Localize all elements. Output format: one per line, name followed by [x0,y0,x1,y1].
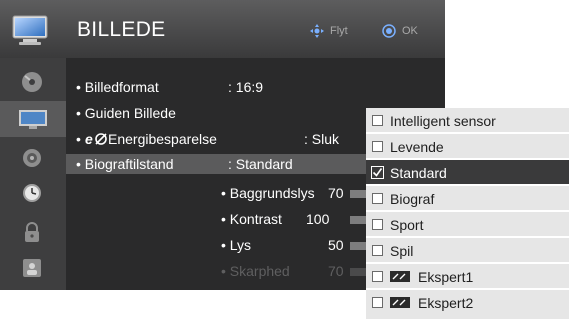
sub-setting-label: • Kontrast [221,211,282,227]
setting-label: • Guiden Billede [76,105,176,121]
option-label: Ekspert1 [418,269,474,285]
ok-hint-label: OK [402,25,418,37]
category-rail [0,58,66,290]
move-hint-label: Flyt [330,25,348,37]
checkbox-icon [372,141,383,152]
checkbox-icon [372,115,383,126]
option-sport[interactable]: Sport [366,212,569,237]
rail-item-lock[interactable] [0,214,66,250]
option-ekspert1[interactable]: Ekspert1 [366,264,569,289]
sub-setting-value: 100 [306,211,330,227]
tv-picture-icon [19,110,47,129]
expert-icon [390,297,410,308]
checkbox-icon [372,271,383,282]
option-label: Sport [390,217,424,233]
sub-setting-baggrundslys[interactable]: • Baggrundslys 70 [221,185,344,201]
speaker-icon [23,149,41,167]
sub-setting-label: • Lys [221,237,252,253]
option-spil[interactable]: Spil [366,238,569,263]
setting-label: • Biograftilstand [76,156,174,172]
checkbox-icon [372,193,383,204]
option-intelligent-sensor[interactable]: Intelligent sensor [366,108,569,133]
setting-value: : Sluk [304,131,340,147]
checked-checkbox-icon [371,166,384,179]
move-hint: Flyt [310,24,380,40]
sub-setting-lys[interactable]: • Lys 50 [221,237,344,253]
rail-item-time[interactable] [0,175,66,211]
option-levende[interactable]: Levende [366,134,569,159]
biograftilstand-dropdown: Intelligent sensor Levende Standard Biog… [366,108,569,320]
option-standard[interactable]: Standard [366,160,569,185]
checkbox-icon [372,219,383,230]
option-label: Biograf [390,191,435,207]
ok-button-icon [382,24,396,38]
option-ekspert2[interactable]: Ekspert2 [366,290,569,320]
menu-header: BILLEDE Flyt OK [0,0,445,58]
disc-icon [22,72,42,92]
rail-item-picture[interactable] [0,101,66,137]
rail-item-setup[interactable] [0,64,66,100]
option-label: Intelligent sensor [390,113,496,129]
setting-label-bullet: • [76,131,81,147]
clock-icon [23,184,41,202]
checkbox-icon [372,297,383,308]
option-biograf[interactable]: Biograf [366,186,569,211]
checkbox-icon [372,245,383,256]
option-label: Levende [390,139,444,155]
sub-setting-value: 70 [328,185,344,201]
svg-text:e: e [85,132,93,146]
navigation-arrows-icon [310,24,324,38]
setting-value: : Standard [228,156,293,172]
lock-icon [25,222,39,242]
sub-setting-label: • Baggrundslys [221,185,315,201]
page-title: BILLEDE [77,18,166,41]
sub-setting-value: 70 [328,263,344,279]
tv-icon [12,15,48,45]
option-label: Spil [390,243,414,259]
expert-icon [390,271,410,282]
ok-hint: OK [382,24,432,40]
sub-setting-label: • Skarphed [221,263,290,279]
sub-setting-kontrast[interactable]: • Kontrast 100 [221,211,329,227]
rail-item-options[interactable] [0,250,66,286]
rail-item-audio[interactable] [0,140,66,176]
option-label: Standard [390,165,447,181]
option-label: Ekspert2 [418,295,474,311]
options-icon [23,259,41,277]
sub-setting-value: 50 [328,237,344,253]
setting-label-rest: Energibesparelse [108,131,217,147]
setting-label: • Billedformat [76,79,159,95]
setting-value: : 16:9 [228,79,264,95]
sub-setting-skarphed[interactable]: • Skarphed 70 [221,263,344,279]
